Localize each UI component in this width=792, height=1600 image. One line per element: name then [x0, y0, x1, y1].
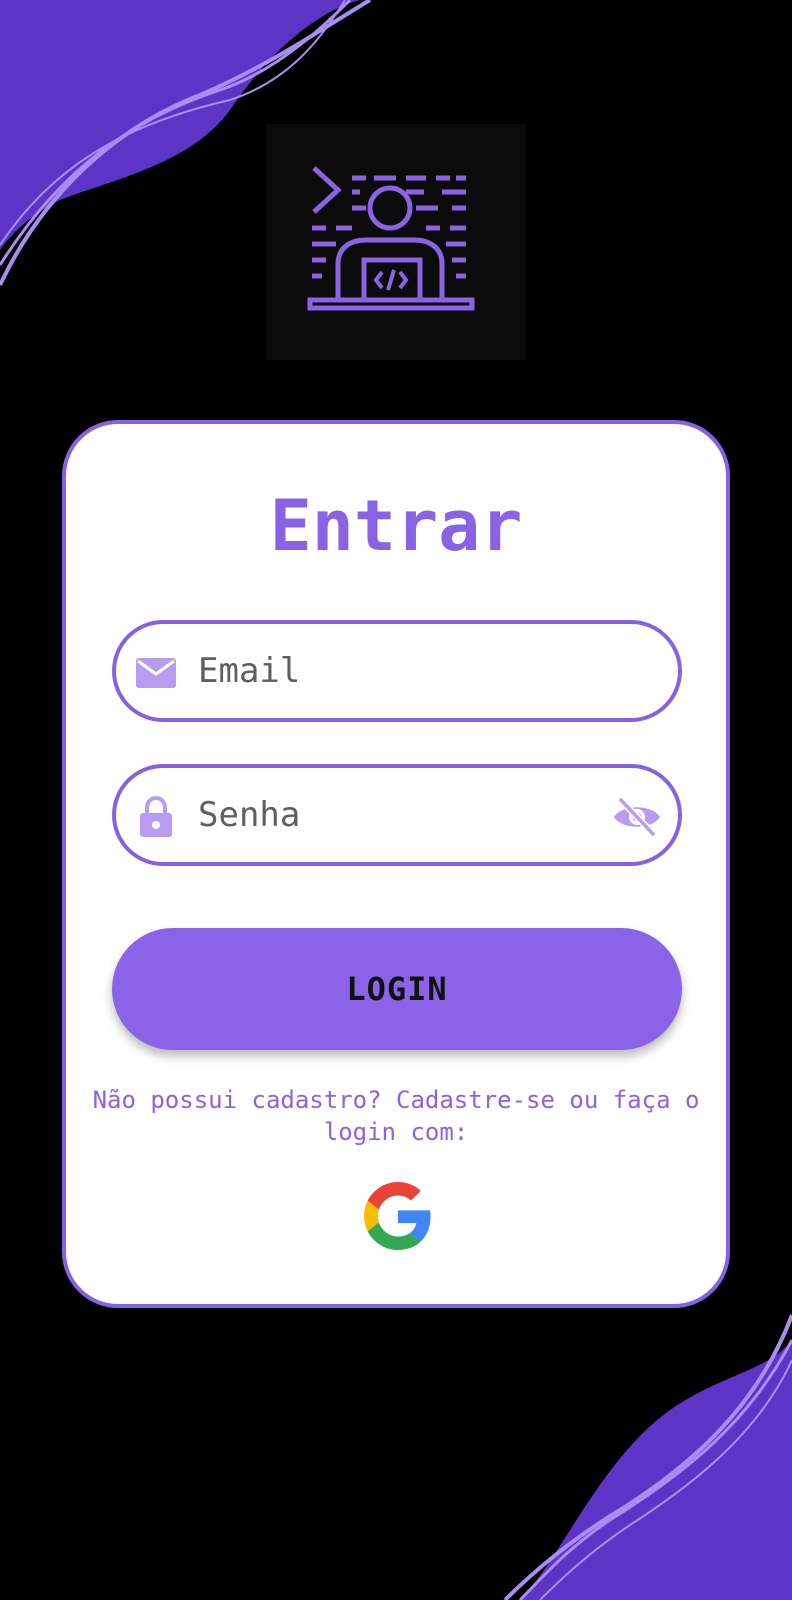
bottom-right-wave: [520, 1340, 792, 1600]
email-input[interactable]: [198, 638, 598, 704]
app-logo: [266, 124, 526, 360]
developer-laptop-icon: [307, 166, 475, 311]
eye-off-icon[interactable]: [612, 796, 662, 838]
google-icon[interactable]: [364, 1182, 432, 1250]
page-title: Entrar: [269, 485, 523, 567]
login-button[interactable]: LOGIN: [112, 928, 682, 1050]
register-link[interactable]: Não possui cadastro? Cadastre-se ou faça…: [86, 1084, 706, 1148]
email-field[interactable]: [112, 620, 682, 722]
envelope-icon: [136, 658, 176, 688]
lock-icon: [140, 795, 172, 837]
password-input[interactable]: [198, 782, 598, 848]
password-field[interactable]: [112, 764, 682, 866]
login-card: Entrar LOGIN Não possui cadastro? Cadast…: [62, 420, 730, 1308]
